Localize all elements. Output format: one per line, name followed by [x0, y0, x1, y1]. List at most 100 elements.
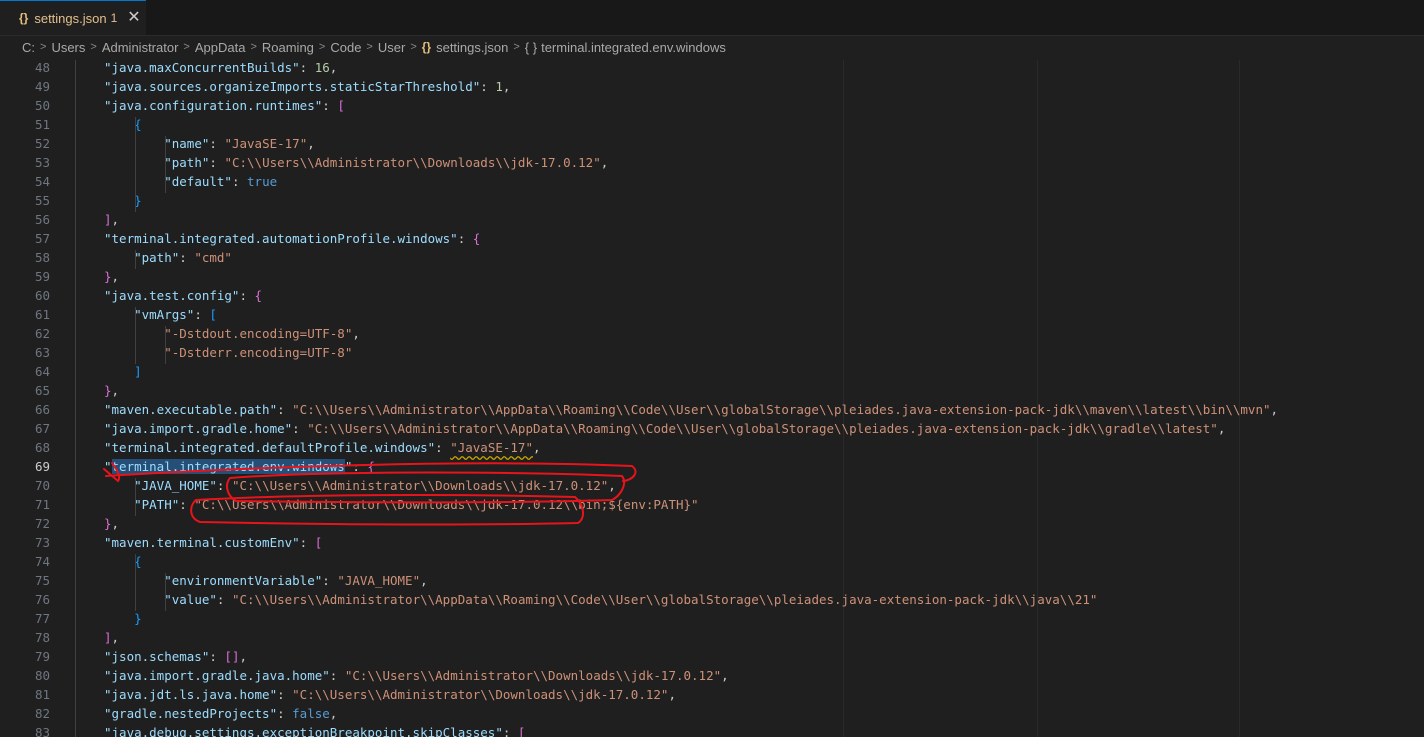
code-token: :	[216, 478, 232, 493]
json-braces-icon: {}	[421, 40, 432, 54]
code-token: "C:\\Users\\Administrator\\Downloads\\jd…	[224, 155, 601, 170]
code-token: :	[435, 440, 451, 455]
line-number: 75	[34, 573, 50, 588]
code-token: true	[247, 174, 278, 189]
code-token: ,	[668, 687, 676, 702]
code-token: "JavaSE-17"	[224, 136, 308, 151]
code-token: ]	[104, 212, 112, 227]
line-number: 63	[34, 345, 50, 360]
code-token: "default"	[164, 174, 232, 189]
code-line[interactable]: ]	[104, 364, 142, 379]
tab-bar: {} settings.json 1 ✕	[0, 0, 1424, 36]
code-line[interactable]: "json.schemas": [],	[104, 649, 247, 664]
code-line[interactable]: "environmentVariable": "JAVA_HOME",	[104, 573, 427, 588]
tab-settings-json[interactable]: {} settings.json 1 ✕	[0, 0, 146, 35]
code-line[interactable]: "java.maxConcurrentBuilds": 16,	[104, 60, 337, 75]
line-number: 71	[34, 497, 50, 512]
code-token: :	[322, 573, 338, 588]
breadcrumb-item-administrator[interactable]: Administrator	[102, 40, 179, 55]
line-number: 61	[34, 307, 50, 322]
line-number: 72	[34, 516, 50, 531]
code-line[interactable]: },	[104, 383, 119, 398]
code-token: false	[292, 706, 330, 721]
breadcrumb-item-file[interactable]: settings.json	[436, 40, 508, 55]
line-number: 56	[34, 212, 50, 227]
code-token: :	[502, 725, 518, 737]
code-token: ]	[104, 630, 112, 645]
code-token: :	[179, 497, 195, 512]
breadcrumb-item-appdata[interactable]: AppData	[195, 40, 246, 55]
chevron-right-icon: >	[183, 41, 190, 53]
breadcrumb-item-symbol[interactable]: terminal.integrated.env.windows	[541, 40, 726, 55]
code-token: "java.test.config"	[104, 288, 240, 303]
code-token: :	[209, 136, 225, 151]
code-line[interactable]: "default": true	[104, 174, 277, 189]
code-line[interactable]: "terminal.integrated.automationProfile.w…	[104, 231, 480, 246]
tab-filename: settings.json	[34, 10, 107, 26]
line-number: 64	[34, 364, 50, 379]
code-line[interactable]: "maven.terminal.customEnv": [	[104, 535, 322, 550]
code-token: :	[292, 421, 308, 436]
code-token: }	[134, 611, 142, 626]
code-token: terminal.integrated.env.windows	[111, 459, 345, 474]
code-editor[interactable]: 48 "java.maxConcurrentBuilds": 16, 49 "java…	[0, 60, 1424, 737]
code-token: "java.configuration.runtimes"	[104, 98, 323, 113]
code-token: "JAVA_HOME"	[134, 478, 217, 493]
code-line[interactable]: "path": "cmd"	[104, 250, 232, 265]
code-line[interactable]: "-Dstderr.encoding=UTF-8"	[104, 345, 352, 360]
code-line[interactable]: "value": "C:\\Users\\Administrator\\AppD…	[104, 592, 1097, 607]
code-line[interactable]: "maven.executable.path": "C:\\Users\\Adm…	[104, 402, 1278, 417]
code-token: "gradle.nestedProjects"	[104, 706, 278, 721]
code-line[interactable]: "java.jdt.ls.java.home": "C:\\Users\\Adm…	[104, 687, 676, 702]
code-line[interactable]: },	[104, 269, 119, 284]
breadcrumb-item-drive[interactable]: C:	[22, 40, 35, 55]
code-line[interactable]: "java.sources.organizeImports.staticStar…	[104, 79, 510, 94]
code-token: ,	[111, 269, 120, 284]
line-number: 58	[34, 250, 50, 265]
indent-guide	[135, 478, 136, 516]
code-line[interactable]: "JAVA_HOME": "C:\\Users\\Administrator\\…	[104, 478, 616, 493]
line-number: 82	[34, 706, 50, 721]
code-line[interactable]: "PATH": "C:\\Users\\Administrator\\Downl…	[104, 497, 698, 512]
code-line[interactable]: "terminal.integrated.defaultProfile.wind…	[104, 440, 541, 455]
code-line[interactable]: "java.test.config": {	[104, 288, 262, 303]
code-line[interactable]: "java.configuration.runtimes": [	[104, 98, 345, 113]
code-line[interactable]: "java.import.gradle.java.home": "C:\\Use…	[104, 668, 729, 683]
code-line[interactable]: "gradle.nestedProjects": false,	[104, 706, 337, 721]
code-token: :	[277, 402, 293, 417]
indent-guide	[135, 554, 136, 611]
object-braces-icon: { }	[524, 39, 538, 55]
code-line[interactable]: "vmArgs": [	[104, 307, 217, 322]
breadcrumb-item-code[interactable]: Code	[330, 40, 361, 55]
code-line[interactable]: }	[104, 611, 142, 626]
code-line[interactable]: "path": "C:\\Users\\Administrator\\Downl…	[104, 155, 608, 170]
code-token: "java.debug.settings.exceptionBreakpoint…	[104, 725, 503, 737]
close-icon[interactable]: ✕	[127, 10, 140, 26]
code-token: "vmArgs"	[134, 307, 195, 322]
code-token: [	[517, 725, 526, 737]
breadcrumb-item-user[interactable]: User	[378, 40, 405, 55]
code-token: :	[179, 250, 195, 265]
line-number: 51	[34, 117, 50, 132]
code-token: "C:\\Users\\Administrator\\AppData\\Roam…	[231, 592, 1098, 607]
line-number: 50	[34, 98, 50, 113]
code-line[interactable]: "terminal.integrated.env.windows": {	[104, 459, 375, 474]
code-line[interactable]: "java.debug.settings.exceptionBreakpoint…	[104, 725, 525, 737]
code-token: :	[277, 687, 293, 702]
code-line[interactable]: "java.import.gradle.home": "C:\\Users\\A…	[104, 421, 1225, 436]
code-line[interactable]: },	[104, 516, 119, 531]
indent-guide	[135, 250, 136, 269]
breadcrumb-item-users[interactable]: Users	[51, 40, 85, 55]
line-number: 60	[34, 288, 50, 303]
code-line[interactable]: "-Dstdout.encoding=UTF-8",	[104, 326, 360, 341]
indent-guide	[165, 326, 166, 364]
code-token: :	[231, 174, 248, 189]
breadcrumb-item-roaming[interactable]: Roaming	[262, 40, 314, 55]
code-line[interactable]: ],	[104, 630, 119, 645]
code-token: [	[209, 307, 217, 322]
line-number: 55	[34, 193, 50, 208]
code-line[interactable]: ],	[104, 212, 119, 227]
